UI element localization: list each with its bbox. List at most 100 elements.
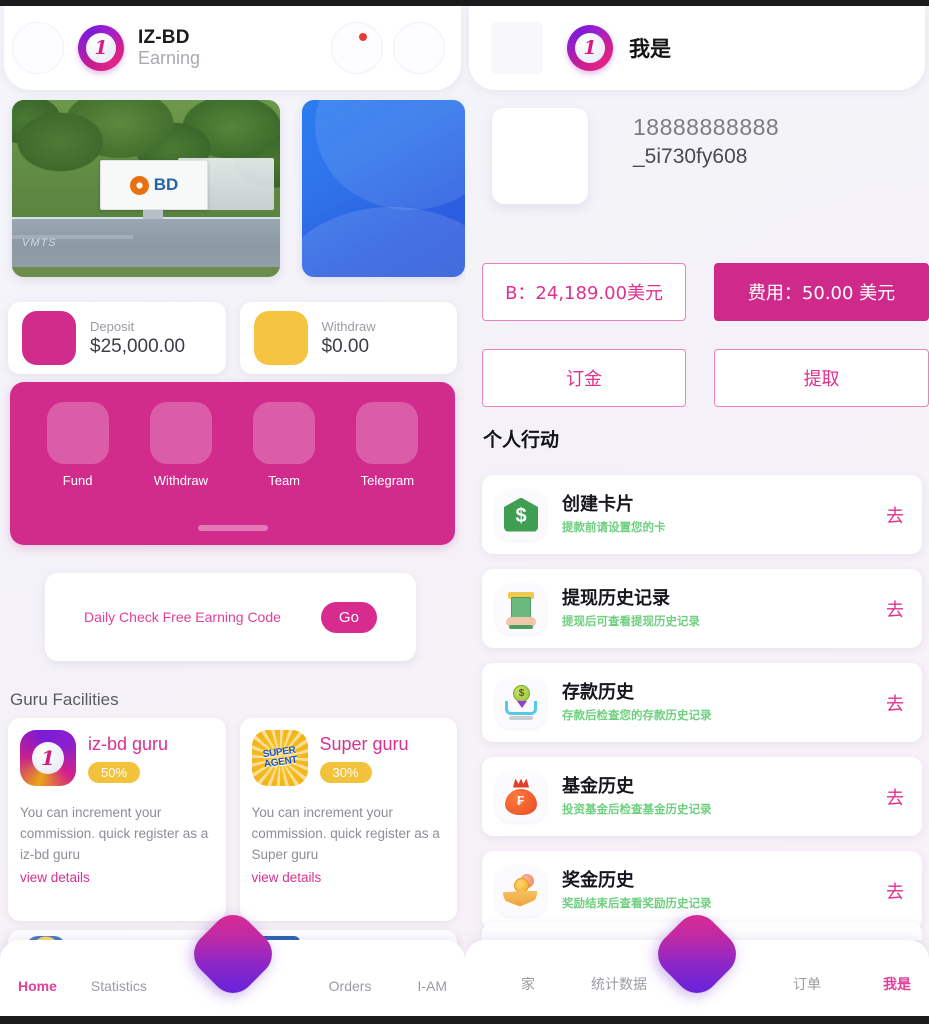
daily-check-promo-card[interactable]: Daily Check Free Earning Code Go xyxy=(45,573,416,661)
banner-image-blue[interactable] xyxy=(302,100,465,277)
carousel-scroll-indicator[interactable] xyxy=(197,525,268,531)
profile-identity-block: 18888888888 _5i730fy608 xyxy=(633,112,779,171)
list-item-create-card[interactable]: $ 创建卡片 提款前请设置您的卡 去 xyxy=(482,475,922,554)
reward-hand-coin-icon xyxy=(496,865,546,916)
list-item-withdraw-history[interactable]: 提现历史记录 提现后可查看提现历史记录 去 xyxy=(482,569,922,648)
right-bottom-strip xyxy=(465,1016,929,1024)
profile-badge-number: 1 xyxy=(575,33,605,63)
list-item-subtitle: 提现后可查看提现历史记录 xyxy=(562,614,700,629)
list-item-go-link[interactable]: 去 xyxy=(886,784,904,810)
notification-dot xyxy=(359,33,367,41)
nav-item-statistics[interactable]: Statistics xyxy=(91,978,147,994)
list-item-text: 基金历史 投资基金后检查基金历史记录 xyxy=(562,776,886,818)
list-item-fund-history[interactable]: ₣ 基金历史 投资基金后检查基金历史记录 去 xyxy=(482,757,922,836)
telegram-label: Telegram xyxy=(360,473,415,488)
quick-actions-grid: Fund Withdraw Team Telegram xyxy=(10,382,455,488)
header-placeholder-image xyxy=(491,22,543,74)
brand-badge-icon: 1 xyxy=(78,25,124,71)
banner-grass xyxy=(12,267,281,277)
promo-go-button[interactable]: Go xyxy=(320,601,377,633)
app-title: IZ-BD xyxy=(138,27,190,49)
stat-card-withdraw[interactable]: Withdraw $0.00 xyxy=(239,302,457,374)
deposit-button[interactable]: 订金 xyxy=(482,349,687,407)
nav-item-iam-cn[interactable]: 我是 xyxy=(883,974,911,994)
dual-phone-screenshot: 1 IZ-BD Earning BD VMTS Deposit $25,000.… xyxy=(0,0,929,1024)
header-menu-icon[interactable] xyxy=(393,22,445,74)
bd-flower-logo-icon xyxy=(129,175,149,195)
banner-carousel[interactable]: BD VMTS xyxy=(12,100,465,277)
left-app-header: 1 IZ-BD Earning xyxy=(4,6,461,90)
nav-item-home-cn[interactable]: 家 xyxy=(521,974,535,994)
deposit-label: Deposit xyxy=(90,318,135,334)
promo-text: Daily Check Free Earning Code xyxy=(84,609,281,625)
izbd-guru-badge-number: 1 xyxy=(32,742,64,774)
profile-badge-icon: 1 xyxy=(567,25,613,71)
withdraw-label: Withdraw xyxy=(321,318,376,334)
guru-card-super[interactable]: SUPER AGENT Super guru 30% You can incre… xyxy=(239,718,457,921)
list-item-text: 奖金历史 奖励结束后查看奖励历史记录 xyxy=(562,870,886,912)
right-page-title: 我是 xyxy=(629,37,671,61)
atm-withdraw-icon xyxy=(496,583,546,634)
header-left-placeholder-icon[interactable] xyxy=(12,22,64,74)
deposit-value: $25,000.00 xyxy=(90,335,186,357)
izbd-guru-view-details-link[interactable]: view details xyxy=(20,870,214,885)
guru-cards-row: 1 iz-bd guru 50% You can increment your … xyxy=(8,718,457,921)
withdraw-action-icon xyxy=(149,402,212,464)
profile-avatar[interactable] xyxy=(492,108,588,204)
left-bottom-strip xyxy=(0,1016,465,1024)
withdraw-value: $0.00 xyxy=(321,335,370,357)
nav-item-home[interactable]: Home xyxy=(18,978,57,994)
notification-bell-button[interactable] xyxy=(331,22,383,74)
right-app-header: 1 我是 xyxy=(469,6,925,90)
super-guru-view-details-link[interactable]: view details xyxy=(252,870,446,885)
bell-icon xyxy=(331,22,383,74)
brand-text-block: IZ-BD Earning xyxy=(138,28,200,67)
money-bag-icon: ₣ xyxy=(496,771,546,822)
green-house-dollar-icon: $ xyxy=(496,489,546,540)
withdraw-button[interactable]: 提取 xyxy=(714,349,929,407)
banner-wall-tag: VMTS xyxy=(22,237,57,249)
list-item-go-link[interactable]: 去 xyxy=(886,596,904,622)
nav-item-orders[interactable]: Orders xyxy=(329,978,372,994)
quick-action-fund[interactable]: Fund xyxy=(38,402,118,488)
fund-icon xyxy=(46,402,109,464)
profile-phone: 18888888888 xyxy=(633,114,780,140)
super-guru-percent: 30% xyxy=(319,761,372,783)
guru-card-header: SUPER AGENT Super guru 30% xyxy=(251,730,446,786)
deposit-icon xyxy=(22,311,76,365)
izbd-guru-percent: 50% xyxy=(88,761,141,783)
list-item-subtitle: 存款后检查您的存款历史记录 xyxy=(562,708,712,723)
quick-action-telegram[interactable]: Telegram xyxy=(347,402,427,488)
deposit-coin-icon: $ xyxy=(496,677,546,728)
withdraw-icon xyxy=(253,311,308,365)
team-label: Team xyxy=(268,473,301,488)
fee-button[interactable]: 费用：50.00 美元 xyxy=(714,263,929,321)
guru-section-title: Guru Facilities xyxy=(10,690,119,709)
super-guru-description: You can increment your commission. quick… xyxy=(251,805,440,862)
nav-item-orders-cn[interactable]: 订单 xyxy=(793,974,821,994)
quick-action-withdraw[interactable]: Withdraw xyxy=(141,402,221,488)
list-item-title: 提现历史记录 xyxy=(562,587,670,609)
list-item-subtitle: 奖励结束后查看奖励历史记录 xyxy=(562,896,712,911)
super-agent-badge-icon: SUPER AGENT xyxy=(251,730,308,786)
nav-item-iam[interactable]: I-AM xyxy=(417,978,447,994)
list-item-text: 存款历史 存款后检查您的存款历史记录 xyxy=(562,682,886,724)
list-item-go-link[interactable]: 去 xyxy=(886,690,904,716)
team-icon xyxy=(253,402,316,464)
balance-button[interactable]: B：24,189.00美元 xyxy=(482,263,687,321)
list-item-deposit-history[interactable]: $ 存款历史 存款后检查您的存款历史记录 去 xyxy=(482,663,922,742)
stat-card-deposit[interactable]: Deposit $25,000.00 xyxy=(8,302,226,374)
list-item-title: 基金历史 xyxy=(562,775,634,797)
nav-item-statistics-cn[interactable]: 统计数据 xyxy=(591,974,647,994)
quick-actions-panel: Fund Withdraw Team Telegram xyxy=(10,382,455,545)
telegram-icon xyxy=(356,402,419,464)
transaction-buttons-row: 订金 提取 xyxy=(482,349,929,407)
guru-card-izbd[interactable]: 1 iz-bd guru 50% You can increment your … xyxy=(8,718,226,921)
fund-label: Fund xyxy=(62,473,93,488)
list-item-go-link[interactable]: 去 xyxy=(886,502,904,528)
balance-buttons-row: B：24,189.00美元 费用：50.00 美元 xyxy=(482,263,929,321)
list-item-go-link[interactable]: 去 xyxy=(886,878,904,904)
quick-action-team[interactable]: Team xyxy=(244,402,324,488)
bd-sign-text: BD xyxy=(153,175,179,194)
banner-image-bd[interactable]: BD VMTS xyxy=(12,100,281,277)
